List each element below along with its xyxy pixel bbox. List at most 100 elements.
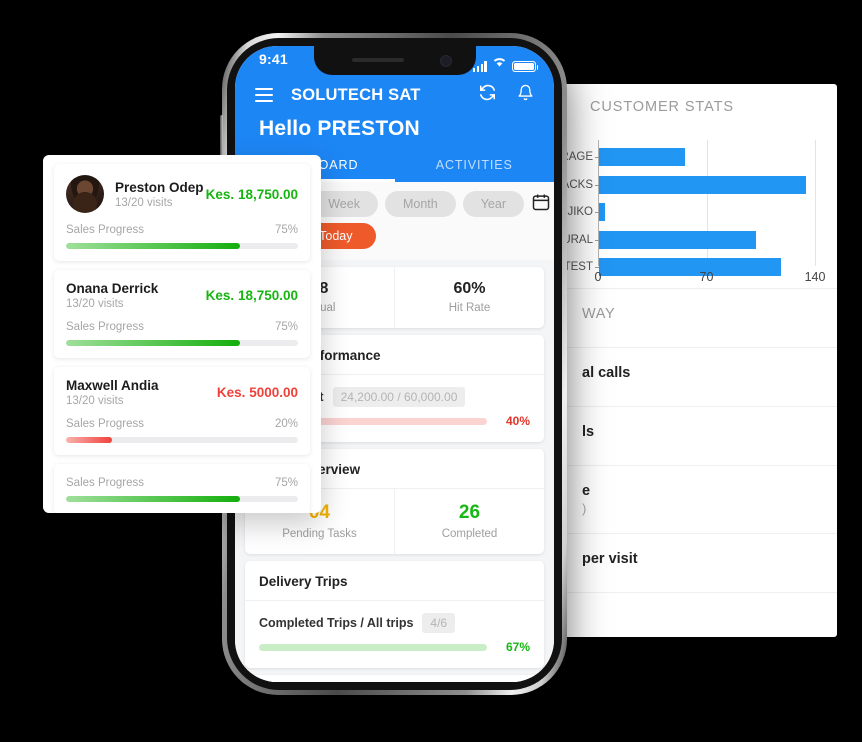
product-performance-card: Product Performance JIKO05101520 [245, 675, 544, 682]
right-panel-row-title: WAY [582, 306, 616, 322]
sales-rep-name: Onana Derrick [66, 281, 159, 296]
delivery-progress-track [259, 643, 487, 651]
sales-rep-card[interactable]: Maxwell Andia 13/20 visits Kes. 5000.00 Sal… [54, 367, 310, 455]
stat-value: 26 [458, 502, 481, 523]
sales-progress-percent: 40% [505, 414, 530, 428]
chart-tick [595, 212, 599, 213]
sales-rep-info: Maxwell Andia 13/20 visits [66, 378, 159, 407]
greeting-text: Hello PRESTON [259, 117, 420, 140]
sales-rep-name: Preston Odep [115, 179, 204, 195]
stat-cell: 26 Completed [394, 489, 544, 554]
right-panel-row-sub: ) [582, 501, 587, 516]
delivery-trips-label: Completed Trips / All trips [259, 616, 414, 630]
sales-progress-track [66, 340, 298, 346]
sales-rep-card[interactable]: Sales Progress 75% [54, 464, 310, 513]
period-pill-month[interactable]: Month [384, 191, 456, 217]
hamburger-menu-icon[interactable] [255, 88, 273, 102]
delivery-trips-heading: Delivery Trips [245, 561, 544, 601]
sales-progress-percent: 75% [274, 224, 298, 236]
right-panel-row-title: per visit [582, 551, 638, 567]
sales-rep-visits: 13/20 visits [66, 395, 124, 407]
right-panel-row-title: al calls [582, 365, 631, 381]
chart-x-tick-label: 140 [804, 270, 826, 284]
chart-bar-row: RAGE [560, 148, 815, 166]
sales-rep-header: Preston Odep 13/20 visits Kes. 18,750.00 [66, 175, 298, 213]
stat-value: 60% [453, 280, 486, 297]
chart-tick [595, 157, 599, 158]
sales-progress-fill [66, 437, 113, 443]
sales-rep-name: Maxwell Andia [66, 378, 159, 393]
wifi-icon [492, 54, 507, 72]
app-title: SOLUTECH SAT [291, 85, 421, 104]
sales-progress-track [66, 496, 298, 502]
customer-stats-title: CUSTOMER STATS [590, 99, 734, 115]
sales-progress-fill [66, 496, 240, 502]
right-panel-row[interactable]: e) [552, 466, 837, 534]
chart-category-label: JIKO [567, 206, 593, 218]
customer-stats-chart: RAGE ACKS JIKO URAL TEST 0 70 140 [552, 140, 837, 288]
sales-rep-amount: Kes. 18,750.00 [205, 186, 298, 202]
cellular-signal-icon [472, 61, 487, 72]
delivery-progress-percent: 67% [505, 640, 530, 654]
right-panel-row[interactable]: per visit [552, 534, 837, 593]
screenshot-stage: CUSTOMER STATS RAGE ACKS JIKO URAL TEST 0 70 1… [0, 0, 862, 742]
right-panel-rows: WAY al calls ls e) per visit [552, 289, 837, 593]
chart-bar [599, 175, 806, 194]
sales-progress-header: Sales Progress 20% [66, 418, 298, 430]
avatar [66, 175, 104, 213]
chart-bar [599, 148, 686, 166]
stat-label: Completed [441, 528, 498, 540]
sales-rep-visits: 13/20 visits [66, 298, 124, 310]
chart-tick [595, 239, 599, 241]
chart-tick [595, 184, 599, 186]
sales-rep-info: Onana Derrick 13/20 visits [66, 281, 158, 310]
front-camera [439, 55, 452, 67]
sales-progress-percent: 75% [274, 477, 298, 489]
phone-notch [313, 46, 476, 75]
sales-rep-header: Onana Derrick 13/20 visits Kes. 18,750.00 [66, 281, 298, 310]
product-performance-heading: Product Performance [245, 675, 544, 682]
chart-category-label: TEST [563, 261, 593, 273]
tab-activities[interactable]: ACTIVITIES [395, 151, 555, 182]
stat-label: Hit Rate [448, 302, 491, 314]
delivery-trips-card: Delivery Trips Completed Trips / All tri… [245, 561, 544, 668]
right-panel-row-title: ls [582, 424, 595, 440]
sales-rep-info: Preston Odep 13/20 visits [115, 180, 204, 209]
right-panel-row-title: e [582, 483, 591, 499]
sales-reps-list: Preston Odep 13/20 visits Kes. 18,750.00 Sa… [43, 164, 321, 513]
customer-stats-panel: CUSTOMER STATS RAGE ACKS JIKO URAL TEST 0 70 1… [552, 84, 837, 637]
right-panel-row[interactable]: al calls [552, 348, 837, 407]
sales-rep-amount: Kes. 5000.00 [216, 385, 298, 400]
notification-bell-icon[interactable] [517, 83, 534, 107]
sales-progress-label: Sales Progress [66, 418, 144, 430]
chart-gridline [815, 140, 816, 266]
sales-rep-card[interactable]: Onana Derrick 13/20 visits Kes. 18,750.00 S… [54, 270, 310, 358]
right-panel-row[interactable]: WAY [552, 289, 837, 348]
right-panel-row[interactable]: ls [552, 407, 837, 466]
calendar-icon[interactable] [531, 192, 554, 217]
sales-progress-percent: 75% [274, 321, 298, 333]
sales-progress-track [66, 243, 298, 249]
chart-bar [599, 203, 606, 221]
sales-progress-header: Sales Progress 75% [66, 321, 298, 333]
sync-refresh-icon[interactable] [478, 83, 497, 107]
status-time: 9:41 [259, 51, 288, 67]
sales-progress-percent: 20% [274, 418, 298, 430]
sales-progress-label: Sales Progress [66, 477, 144, 489]
sales-rep-amount: Kes. 18,750.00 [205, 288, 298, 303]
stat-label: Pending Tasks [282, 528, 357, 540]
period-pill-year[interactable]: Year [462, 191, 524, 217]
sales-progress-track [66, 437, 298, 443]
chart-x-tick-label: 0 [594, 270, 602, 284]
delivery-trips-value: 4/6 [422, 613, 456, 633]
target-amt-value: 24,200.00 / 60,000.00 [332, 387, 466, 407]
stat-cell: 60% Hit Rate [394, 267, 544, 328]
chart-bar-row: URAL [562, 230, 815, 249]
chart-bar-row: JIKO [567, 203, 815, 221]
sales-rep-card[interactable]: Preston Odep 13/20 visits Kes. 18,750.00 Sa… [54, 164, 310, 261]
sales-progress-label: Sales Progress [66, 321, 144, 333]
chart-x-tick-label: 70 [699, 270, 714, 284]
sales-rep-visits: 13/20 visits [115, 196, 173, 209]
chart-bar [599, 230, 757, 249]
sales-progress-fill [66, 243, 240, 249]
